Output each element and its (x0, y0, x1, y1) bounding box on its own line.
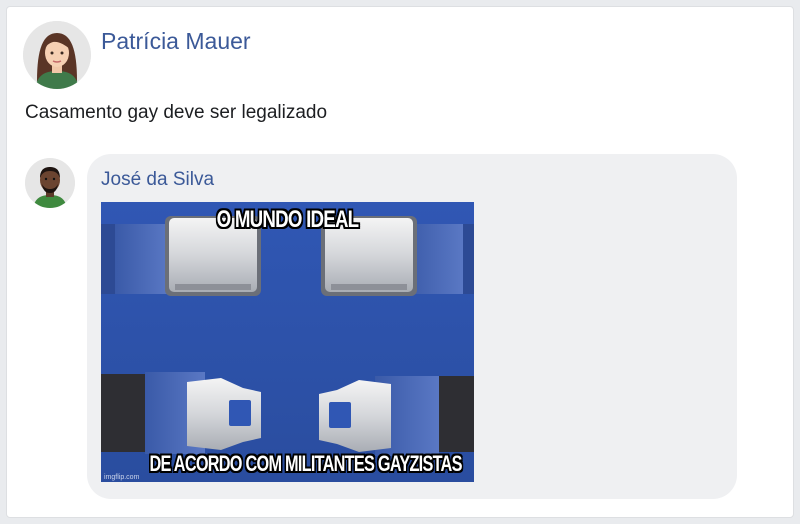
post-author-name[interactable]: Patrícia Mauer (101, 28, 251, 55)
meme-image[interactable]: O MUNDO IDEAL DE ACORDO COM MILITANTES G… (101, 202, 474, 482)
post-card: Patrícia Mauer Casamento gay deve ser le… (6, 6, 794, 518)
post-text: Casamento gay deve ser legalizado (25, 102, 328, 123)
comment-avatar[interactable] (25, 158, 75, 208)
avatar[interactable] (23, 21, 91, 89)
comment-author-name[interactable]: José da Silva (101, 169, 214, 191)
woman-avatar-icon (23, 21, 91, 89)
comment-bubble: José da Silva O MUNDO IDEAL DE ACORDO CO… (87, 154, 737, 499)
seatbelt-buckles-image (101, 202, 474, 482)
man-avatar-icon (25, 158, 75, 208)
meme-top-caption: O MUNDO IDEAL (216, 206, 359, 233)
imgflip-watermark: imgflip.com (104, 474, 140, 481)
meme-bottom-caption: DE ACORDO COM MILITANTES GAYZISTAS (149, 451, 462, 476)
